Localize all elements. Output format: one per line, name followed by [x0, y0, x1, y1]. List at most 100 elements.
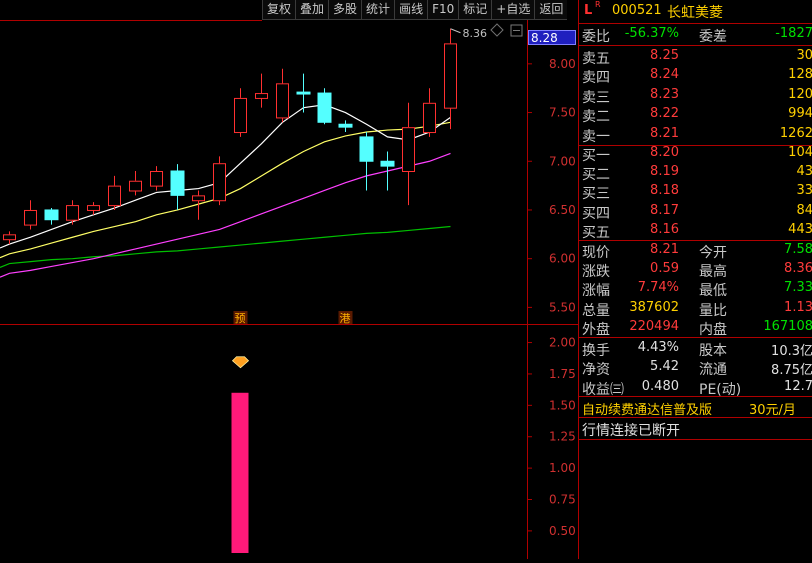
candle-body — [170, 170, 185, 196]
overlay-button[interactable]: 叠加 — [295, 0, 329, 20]
y-tick-label: 1.75 — [549, 367, 576, 381]
collapse-icon[interactable] — [510, 24, 523, 37]
y-tick-label: 7.50 — [549, 106, 576, 120]
gem-icon — [231, 356, 250, 369]
statistics-button[interactable]: 统计 — [361, 0, 395, 20]
stat-label: 涨幅 — [582, 283, 610, 300]
candle-body — [3, 234, 16, 241]
candle — [129, 171, 142, 196]
stat-label: 最高 — [699, 264, 727, 281]
draw-line-button[interactable]: 画线 — [394, 0, 428, 20]
candle-body — [213, 163, 226, 202]
event-marker: 港 — [340, 312, 351, 325]
candle-body — [317, 92, 332, 123]
back-button[interactable]: 返回 — [534, 0, 568, 20]
bid-label: 买一 — [582, 148, 610, 164]
f10-button[interactable]: F10 — [427, 0, 459, 20]
event-marker: 预 — [235, 312, 246, 325]
candle-body — [234, 97, 247, 134]
candle-body — [66, 205, 79, 221]
kline-chart-area[interactable]: 8.36 预 港 8.00 7.50 7.00 6.50 6.00 5.50 2.00 1.75 1… — [0, 0, 578, 559]
candle — [170, 164, 185, 210]
fin-row: 净资 5.42 流通 8.75亿 — [579, 358, 812, 379]
stat-label: 量比 — [699, 302, 727, 319]
ad-row[interactable]: 自动续费通达信普及版 30元/月 — [579, 398, 812, 418]
y-tick-label: 7.00 — [549, 154, 576, 168]
ask-volume: 1262 — [779, 125, 812, 141]
add-watchlist-button[interactable]: +自选 — [491, 0, 535, 20]
main-price-layer: 8.36 预 港 — [0, 27, 487, 325]
stat-label: 涨跌 — [582, 264, 610, 281]
candle — [44, 208, 59, 225]
bid-price: 8.17 — [650, 202, 679, 218]
stat-value: 8.36 — [784, 261, 812, 277]
ask-row: 卖四 8.24 128 — [579, 66, 812, 86]
stat-label: 内盘 — [699, 321, 727, 338]
ask-price: 8.21 — [650, 125, 679, 141]
stat-label: 现价 — [582, 245, 610, 261]
diff-value: -1827 — [775, 26, 812, 41]
stat-value: 8.21 — [650, 242, 679, 257]
divider — [579, 417, 812, 418]
indicator-layer — [231, 356, 250, 553]
l-icon: L — [584, 3, 593, 18]
restore-rights-button[interactable]: 复权 — [262, 0, 296, 20]
y-tick-label: 6.50 — [549, 203, 576, 217]
fin-value: 8.75亿 — [771, 363, 812, 379]
candle-body — [338, 123, 353, 128]
multi-stock-button[interactable]: 多股 — [328, 0, 362, 20]
fin-label: 股本 — [699, 343, 727, 359]
chart-toolbar: 复权 叠加 多股 统计 画线 F10 标记 +自选 返回 — [262, 0, 568, 20]
candle-body — [192, 195, 205, 202]
bid-price: 8.20 — [650, 145, 679, 160]
stat-value: 7.33 — [784, 280, 812, 296]
ask-volume: 30 — [796, 48, 812, 63]
bid-label: 买五 — [582, 224, 610, 241]
bid-label: 买二 — [582, 167, 610, 184]
ask-label: 卖二 — [582, 109, 610, 126]
mark-button[interactable]: 标记 — [458, 0, 492, 20]
ask-price: 8.25 — [650, 48, 679, 63]
ask-row: 卖二 8.22 994 — [579, 105, 812, 126]
ratio-value: -56.37% — [624, 26, 679, 41]
bid-volume: 43 — [796, 164, 812, 180]
stat-label: 今开 — [699, 245, 727, 261]
candle — [234, 88, 247, 137]
candle — [276, 68, 289, 123]
candle-body — [108, 185, 121, 207]
bid-volume: 84 — [796, 202, 812, 218]
status-row: 行情连接已断开 — [579, 419, 812, 439]
stat-row: 现价 8.21 今开 7.58 — [579, 241, 812, 261]
connection-status: 行情连接已断开 — [582, 423, 680, 439]
quote-panel: L R 000521 长虹美菱 委比 -56.37% 委差 -1827 卖五 8.… — [578, 0, 812, 559]
fin-label: 换手 — [582, 343, 610, 359]
stock-name: 长虹美菱 — [667, 5, 723, 21]
current-price-tag: 8.28 — [528, 30, 576, 45]
ask-price: 8.23 — [650, 86, 679, 102]
bid-row: 买二 8.19 43 — [579, 163, 812, 184]
candle-body — [129, 180, 142, 192]
stat-label: 最低 — [699, 283, 727, 300]
ratio-label: 委比 — [582, 29, 610, 45]
stat-row: 总量 387602 量比 1.13 — [579, 299, 812, 319]
candle — [317, 88, 332, 125]
y-tick-label: 1.25 — [549, 430, 576, 444]
y-tick-label: 8.00 — [549, 57, 576, 71]
bid-volume: 104 — [788, 145, 812, 160]
kline-chart-svg[interactable]: 8.36 预 港 8.00 7.50 7.00 6.50 6.00 5.50 2.00 1.75 1… — [0, 0, 578, 559]
candle — [213, 156, 226, 206]
candle — [444, 28, 457, 130]
bid-volume: 33 — [796, 183, 812, 199]
high-marker-label: 8.36 — [463, 27, 488, 40]
candle-body — [380, 160, 395, 167]
fin-value: 5.42 — [650, 359, 679, 375]
stat-row: 涨跌 0.59 最高 8.36 — [579, 260, 812, 281]
high-marker-line — [450, 28, 461, 34]
fin-label: 流通 — [699, 362, 727, 379]
divider — [579, 337, 812, 338]
diff-label: 委差 — [699, 29, 727, 45]
candle — [66, 200, 79, 225]
ask-label: 卖三 — [582, 89, 610, 106]
candle-body — [44, 209, 59, 221]
stat-label: 外盘 — [582, 321, 610, 338]
